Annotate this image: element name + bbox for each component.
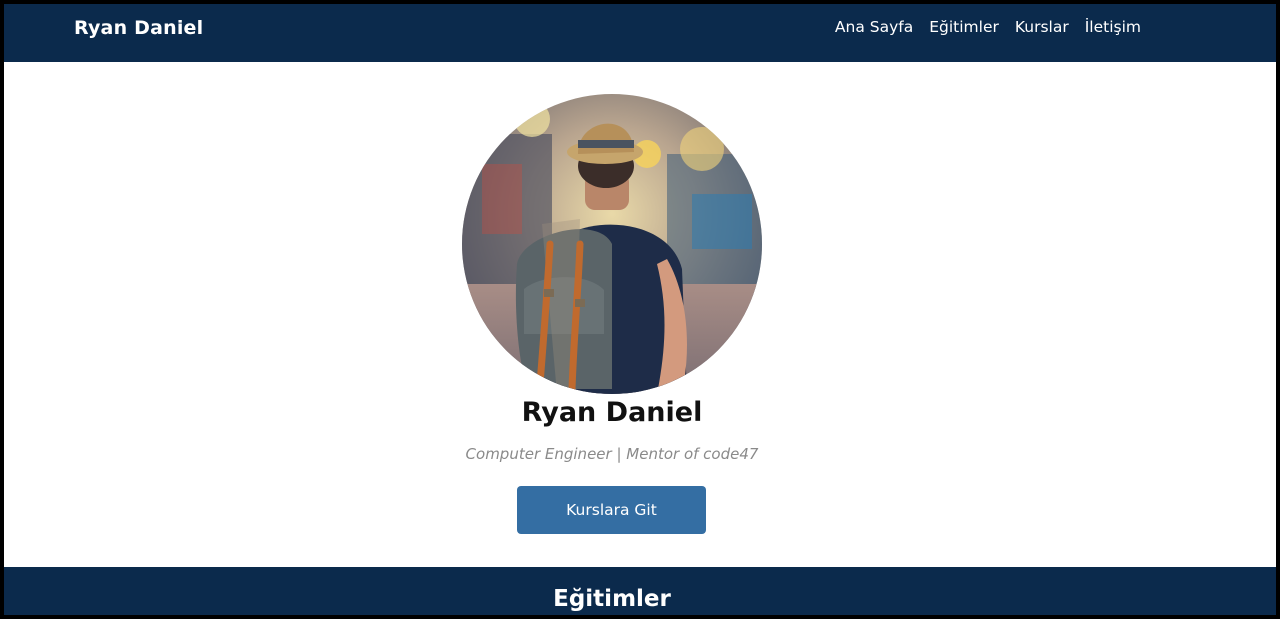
nav-link-egitimler[interactable]: Eğitimler [929, 18, 999, 36]
avatar [462, 94, 762, 394]
nav-link-ana-sayfa[interactable]: Ana Sayfa [835, 18, 913, 36]
section-title: Eğitimler [553, 586, 671, 612]
page-frame: Ryan Daniel Ana Sayfa Eğitimler Kurslar … [4, 4, 1276, 615]
navbar: Ryan Daniel Ana Sayfa Eğitimler Kurslar … [4, 4, 1276, 62]
nav-link-iletisim[interactable]: İletişim [1085, 18, 1141, 36]
hero-name: Ryan Daniel [521, 397, 703, 428]
egitimler-section: Eğitimler [4, 567, 1276, 615]
avatar-photo-illustration [462, 94, 762, 394]
nav-link-kurslar[interactable]: Kurslar [1015, 18, 1069, 36]
brand-logo-text[interactable]: Ryan Daniel [74, 17, 203, 39]
hero-subtitle: Computer Engineer | Mentor of code47 [465, 445, 759, 463]
nav-links: Ana Sayfa Eğitimler Kurslar İletişim [835, 18, 1141, 36]
hero-section: Ryan Daniel Computer Engineer | Mentor o… [4, 62, 1276, 567]
go-to-courses-button[interactable]: Kurslara Git [517, 486, 706, 534]
